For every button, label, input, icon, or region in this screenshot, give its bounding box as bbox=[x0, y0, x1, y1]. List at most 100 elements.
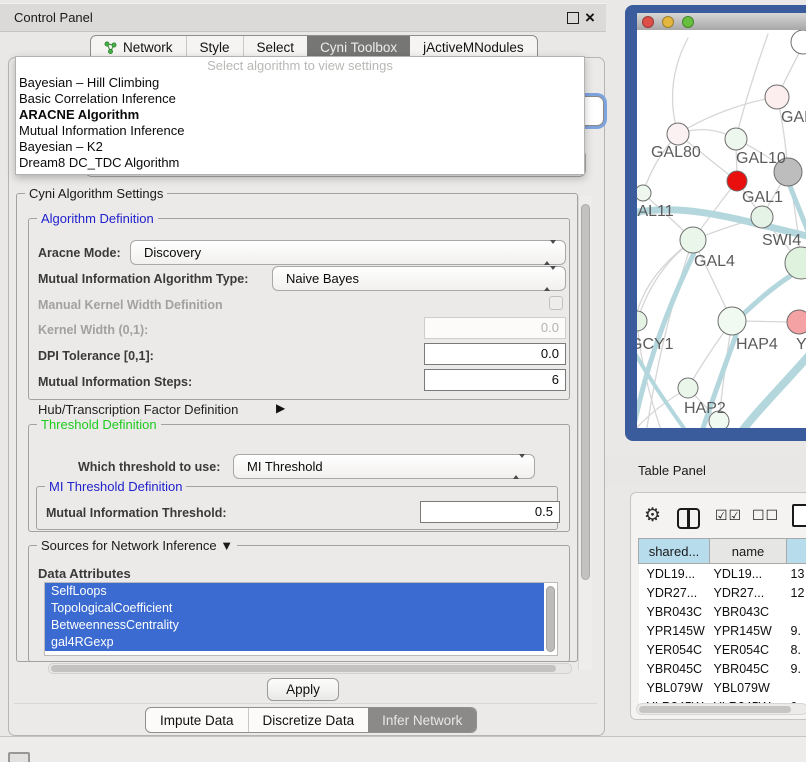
dropdown-item-dream8-dc-tdc-algorithm[interactable]: Dream8 DC_TDC Algorithm bbox=[16, 155, 584, 171]
mi-type-combo[interactable]: Naive Bayes bbox=[272, 266, 566, 291]
dropdown-item-bayesian-k2[interactable]: Bayesian – K2 bbox=[16, 139, 584, 155]
network-node-gcy1[interactable] bbox=[637, 311, 647, 331]
which-threshold-combo[interactable]: MI Threshold bbox=[233, 454, 535, 479]
dropdown-item-mutual-information-inference[interactable]: Mutual Information Inference bbox=[16, 123, 584, 139]
network-node-hap2[interactable] bbox=[678, 378, 698, 398]
sources-title[interactable]: Sources for Network Inference ▼ bbox=[37, 538, 237, 553]
settings-group-title: Cyni Algorithm Settings bbox=[25, 186, 167, 201]
network-node-gal10[interactable] bbox=[725, 128, 747, 150]
column-layout-icon[interactable] bbox=[677, 508, 700, 529]
apply-button[interactable]: Apply bbox=[267, 678, 339, 701]
network-node-gal11[interactable] bbox=[637, 185, 651, 201]
tab-impute-data[interactable]: Impute Data bbox=[146, 708, 248, 732]
deselect-all-icon[interactable]: ☐☐ bbox=[752, 507, 779, 524]
table-cell[interactable]: YDR27... bbox=[639, 583, 710, 602]
hub-definition-toggle[interactable]: Hub/Transcription Factor Definition bbox=[38, 402, 238, 417]
column-header-2[interactable] bbox=[787, 539, 806, 564]
which-threshold-value: MI Threshold bbox=[247, 455, 323, 478]
mi-threshold-label: Mutual Information Threshold: bbox=[46, 506, 227, 520]
column-header-1[interactable]: name bbox=[710, 539, 787, 564]
table-cell[interactable]: 8. bbox=[787, 640, 806, 659]
table-cell[interactable] bbox=[787, 678, 806, 697]
table-row[interactable]: YDL19...YDL19...13 bbox=[639, 564, 806, 584]
close-traffic-light[interactable] bbox=[642, 16, 654, 28]
table-cell[interactable]: YBR043C bbox=[710, 602, 787, 621]
table-cell[interactable]: 9. bbox=[787, 659, 806, 678]
table-cell[interactable]: YBR043C bbox=[639, 602, 710, 621]
list-scrollbar-thumb[interactable] bbox=[546, 586, 555, 652]
table-cell[interactable]: YBL079W bbox=[710, 678, 787, 697]
mi-steps-field[interactable]: 6 bbox=[424, 369, 566, 391]
table-row[interactable]: YPR145WYPR145W9. bbox=[639, 621, 806, 640]
settings-horizontal-scrollbar[interactable] bbox=[48, 663, 572, 674]
table-cell[interactable]: YBL079W bbox=[639, 678, 710, 697]
network-node-gal1[interactable] bbox=[727, 171, 747, 191]
table-cell[interactable]: 13 bbox=[787, 564, 806, 584]
close-icon[interactable]: × bbox=[585, 4, 595, 31]
document-icon[interactable] bbox=[792, 504, 806, 527]
vertical-scrollbar-thumb[interactable] bbox=[581, 204, 590, 580]
table-cell[interactable]: YPR145W bbox=[710, 621, 787, 640]
network-node-gal80[interactable] bbox=[667, 123, 689, 145]
tab-discretize-data[interactable]: Discretize Data bbox=[248, 708, 369, 732]
table-cell[interactable] bbox=[787, 602, 806, 621]
select-all-icon[interactable]: ☑☑ bbox=[715, 507, 742, 524]
node-label-gal1: GAL1 bbox=[742, 189, 783, 206]
table-panel-title: Table Panel bbox=[638, 463, 706, 478]
settings-vertical-scrollbar[interactable] bbox=[578, 196, 592, 670]
table-cell[interactable]: YDL19... bbox=[710, 564, 787, 584]
attribute-item-gal4rgexp[interactable]: gal4RGexp bbox=[45, 634, 544, 651]
mi-threshold-field[interactable]: 0.5 bbox=[420, 501, 560, 523]
attribute-item-selfloops[interactable]: SelfLoops bbox=[45, 583, 544, 600]
table-cell[interactable]: 12 bbox=[787, 583, 806, 602]
network-node-gal4[interactable] bbox=[680, 227, 706, 253]
network-window-titlebar[interactable] bbox=[637, 13, 806, 30]
chevron-down-icon[interactable]: ▼ bbox=[220, 538, 233, 553]
network-node-y[interactable] bbox=[787, 310, 806, 334]
table-row[interactable]: YDR27...YDR27...12 bbox=[639, 583, 806, 602]
network-view[interactable]: GALGAL80GAL10GAL1GAL11SWI4GAL4GCY1HAP4YH… bbox=[637, 30, 806, 428]
table-row[interactable]: YBR043CYBR043C bbox=[639, 602, 806, 621]
table-cell[interactable]: YPR145W bbox=[639, 621, 710, 640]
attribute-item-betweennesscentrality[interactable]: BetweennessCentrality bbox=[45, 617, 544, 634]
tab-label: Cyni Toolbox bbox=[320, 40, 397, 55]
dropdown-item-bayesian-hill-climbing[interactable]: Bayesian – Hill Climbing bbox=[16, 75, 584, 91]
table-scrollbar-thumb[interactable] bbox=[639, 706, 791, 713]
node-table: shared...name YDL19...YDL19...13YDR27...… bbox=[638, 538, 806, 706]
gear-icon[interactable]: ⚙ bbox=[644, 504, 661, 527]
table-row[interactable]: YBR045CYBR045C9. bbox=[639, 659, 806, 678]
docked-panel-icon[interactable] bbox=[8, 752, 30, 762]
float-window-icon[interactable] bbox=[567, 12, 579, 24]
table-cell[interactable]: YDL19... bbox=[639, 564, 710, 584]
aracne-mode-combo[interactable]: Discovery bbox=[130, 240, 566, 265]
network-edge bbox=[637, 240, 693, 321]
table-row[interactable]: YBL079WYBL079W bbox=[639, 678, 806, 697]
network-node-swi4[interactable] bbox=[751, 206, 773, 228]
dropdown-item-basic-correlation-inference[interactable]: Basic Correlation Inference bbox=[16, 91, 584, 107]
network-node[interactable] bbox=[785, 247, 806, 279]
chevron-right-icon[interactable]: ▶ bbox=[276, 401, 285, 415]
tab-infer-network[interactable]: Infer Network bbox=[368, 708, 476, 732]
zoom-traffic-light[interactable] bbox=[682, 16, 694, 28]
network-node-gal[interactable] bbox=[765, 85, 789, 109]
table-cell[interactable]: YER054C bbox=[710, 640, 787, 659]
table-cell[interactable]: YBR045C bbox=[710, 659, 787, 678]
attribute-item-topologicalcoefficient[interactable]: TopologicalCoefficient bbox=[45, 600, 544, 617]
panel-separator bbox=[14, 703, 597, 704]
table-cell[interactable]: 9. bbox=[787, 621, 806, 640]
network-node-hap4[interactable] bbox=[718, 307, 746, 335]
dropdown-item-aracne-algorithm[interactable]: ARACNE Algorithm bbox=[16, 107, 584, 123]
dpi-tolerance-field[interactable]: 0.0 bbox=[424, 343, 566, 365]
column-header-0[interactable]: shared... bbox=[639, 539, 710, 564]
kernel-width-field: 0.0 bbox=[424, 317, 566, 339]
table-row[interactable]: YER054CYER054C8. bbox=[639, 640, 806, 659]
horizontal-scrollbar-thumb[interactable] bbox=[51, 665, 556, 672]
table-cell[interactable]: YBR045C bbox=[639, 659, 710, 678]
table-horizontal-scrollbar[interactable] bbox=[636, 703, 806, 715]
data-attributes-list: SelfLoopsTopologicalCoefficientBetweenne… bbox=[44, 582, 558, 656]
network-node[interactable] bbox=[791, 30, 806, 54]
table-cell[interactable]: YDR27... bbox=[710, 583, 787, 602]
minimize-traffic-light[interactable] bbox=[662, 16, 674, 28]
table-cell[interactable]: YER054C bbox=[639, 640, 710, 659]
node-label-gal4: GAL4 bbox=[694, 253, 735, 270]
